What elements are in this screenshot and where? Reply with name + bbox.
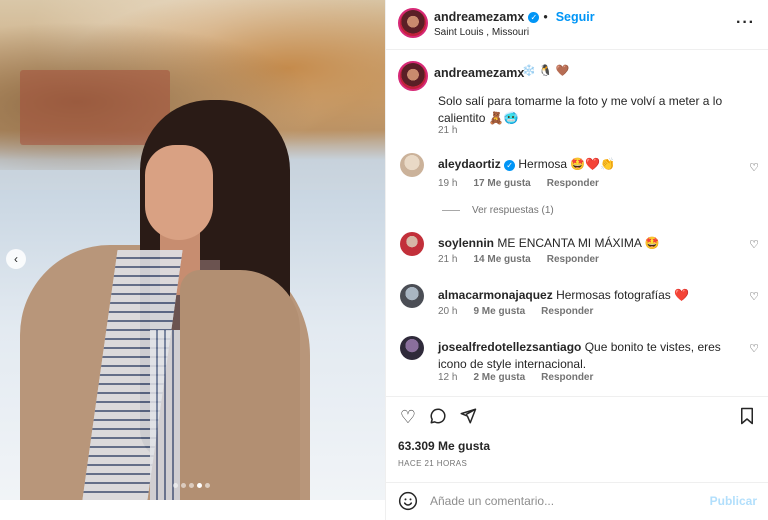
verified-badge-icon: ✓ xyxy=(528,11,540,23)
view-replies[interactable]: Ver respuestas (1) xyxy=(442,205,554,216)
comment-time: 19 h xyxy=(438,178,458,189)
comment-like-heart-icon[interactable]: ♡ xyxy=(749,238,759,251)
replies-divider xyxy=(442,210,460,211)
avatar[interactable] xyxy=(398,8,428,38)
comment-time: 12 h xyxy=(438,372,458,383)
photo-coat-front xyxy=(180,270,300,500)
comment-username[interactable]: soylennin xyxy=(438,236,494,250)
comment-text: Hermosas fotografías ❤️ xyxy=(556,288,690,302)
comment-username[interactable]: josealfredotellezsantiago xyxy=(438,340,581,354)
verified-badge-icon: ✓ xyxy=(504,160,516,171)
likes-count[interactable]: 63.309 Me gusta xyxy=(398,439,490,453)
bookmark-icon[interactable] xyxy=(737,407,757,427)
reply-button[interactable]: Responder xyxy=(547,254,599,265)
comment-input[interactable]: Añade un comentario... xyxy=(430,494,554,508)
comment-meta: 12 h 2 Me gusta Responder xyxy=(438,372,593,383)
reply-button[interactable]: Responder xyxy=(547,178,599,189)
comment-like-heart-icon[interactable]: ♡ xyxy=(749,290,759,303)
comment-username[interactable]: aleydaortiz xyxy=(438,157,501,171)
carousel-dot[interactable] xyxy=(173,483,178,488)
publish-button[interactable]: Publicar xyxy=(710,494,757,508)
carousel-dots xyxy=(173,483,210,488)
post-header: andreamezamx ✓ • Seguir Saint Louis , Mi… xyxy=(386,0,768,50)
share-send-icon[interactable] xyxy=(458,407,478,427)
photo-face xyxy=(145,145,213,240)
comment-likes[interactable]: 9 Me gusta xyxy=(473,306,525,317)
like-heart-icon[interactable]: ♡ xyxy=(398,407,418,427)
caption-time: 21 h xyxy=(438,125,458,136)
more-dots-icon[interactable]: ··· xyxy=(736,14,755,32)
carousel-dot[interactable] xyxy=(189,483,194,488)
comment-time: 20 h xyxy=(438,306,458,317)
comment-meta: 20 h 9 Me gusta Responder xyxy=(438,306,593,317)
comment-text: Hermosa 🤩❤️👏 xyxy=(518,157,616,171)
comment-like-heart-icon[interactable]: ♡ xyxy=(749,342,759,355)
comment-body: josealfredotellezsantiago Que bonito te … xyxy=(438,339,738,373)
photo-background-house xyxy=(20,70,170,145)
instagram-post-view: ‹ andreamezamx ✓ • Seguir Saint Louis , … xyxy=(0,0,768,520)
caption-text: Solo salí para tomarme la foto y me volv… xyxy=(438,94,723,125)
post-side-panel: andreamezamx ✓ • Seguir Saint Louis , Mi… xyxy=(385,0,768,520)
post-location[interactable]: Saint Louis , Missouri xyxy=(434,27,529,38)
post-photo[interactable]: ‹ xyxy=(0,0,385,500)
post-timestamp: HACE 21 HORAS xyxy=(398,459,468,468)
reply-button[interactable]: Responder xyxy=(541,372,593,383)
author-username[interactable]: andreamezamx xyxy=(434,10,524,24)
follow-button[interactable]: Seguir xyxy=(556,10,595,24)
comment-text: ME ENCANTA MI MÁXIMA 🤩 xyxy=(497,236,660,250)
avatar[interactable] xyxy=(400,284,424,308)
comment-likes[interactable]: 17 Me gusta xyxy=(473,178,530,189)
post-author: andreamezamx ✓ • Seguir xyxy=(434,10,595,24)
carousel-dot-active[interactable] xyxy=(197,483,202,488)
chevron-left-icon: ‹ xyxy=(14,252,18,266)
comment-meta: 21 h 14 Me gusta Responder xyxy=(438,254,599,265)
comment-likes[interactable]: 2 Me gusta xyxy=(473,372,525,383)
carousel-dot[interactable] xyxy=(181,483,186,488)
emoji-smile-icon[interactable] xyxy=(398,491,418,511)
comment-time: 21 h xyxy=(438,254,458,265)
comment-likes[interactable]: 14 Me gusta xyxy=(473,254,530,265)
comment-username[interactable]: almacarmonajaquez xyxy=(438,288,553,302)
reply-button[interactable]: Responder xyxy=(541,306,593,317)
add-comment-bar: Añade un comentario... Publicar xyxy=(386,482,768,520)
comment-bubble-icon[interactable] xyxy=(428,407,448,427)
comment-body: almacarmonajaquez Hermosas fotografías ❤… xyxy=(438,287,738,304)
comment-body: soylennin ME ENCANTA MI MÁXIMA 🤩 xyxy=(438,235,738,252)
avatar[interactable] xyxy=(400,153,424,177)
comment-meta: 19 h 17 Me gusta Responder xyxy=(438,178,599,189)
caption-emojis: ❄️ 🐧 🤎 xyxy=(522,65,570,77)
comment-body: aleydaortiz ✓ Hermosa 🤩❤️👏 xyxy=(438,156,738,173)
avatar[interactable] xyxy=(400,336,424,360)
comment-like-heart-icon[interactable]: ♡ xyxy=(749,161,759,174)
avatar[interactable] xyxy=(398,61,428,91)
caption-username[interactable]: andreamezamx xyxy=(434,66,524,80)
carousel-dot[interactable] xyxy=(205,483,210,488)
carousel-prev-button[interactable]: ‹ xyxy=(6,249,26,269)
avatar[interactable] xyxy=(400,232,424,256)
view-replies-label[interactable]: Ver respuestas (1) xyxy=(472,205,554,216)
separator-dot: • xyxy=(543,10,548,24)
